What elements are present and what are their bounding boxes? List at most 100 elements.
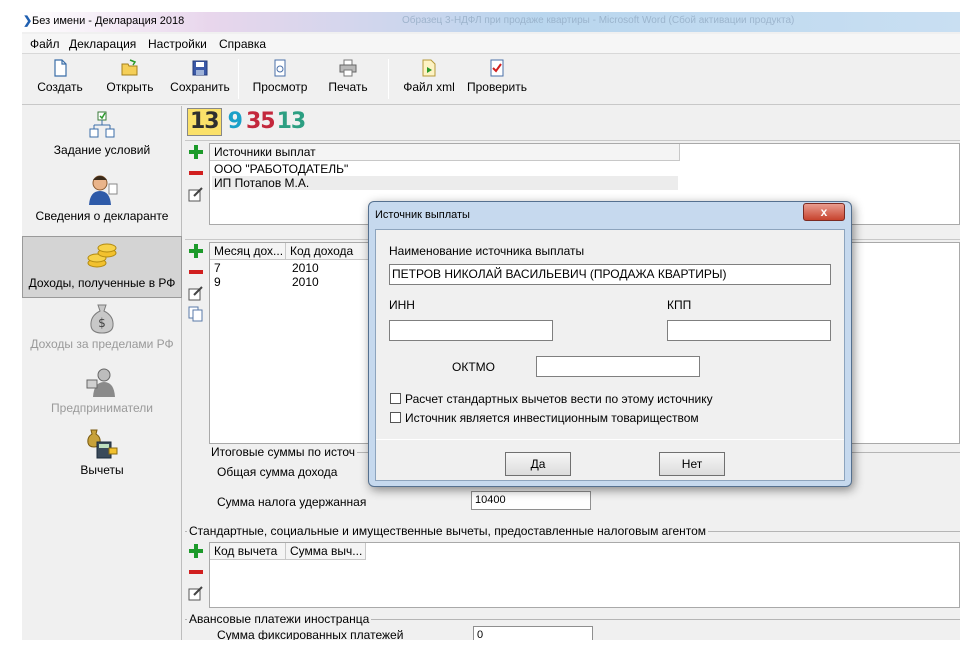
inn-label: ИНН xyxy=(389,298,415,312)
income-header-month[interactable]: Месяц дох... xyxy=(210,243,286,260)
toolbar-separator xyxy=(238,59,239,99)
investment-partnership-checkbox[interactable]: Источник является инвестиционным товарищ… xyxy=(390,411,699,425)
conditions-tree-icon xyxy=(89,111,115,138)
income-row-1-code[interactable]: 2010 xyxy=(292,261,319,275)
income-row-2-code[interactable]: 2010 xyxy=(292,275,319,289)
check-label: Проверить xyxy=(466,80,527,94)
income-row-2-month[interactable]: 9 xyxy=(214,275,221,289)
advance-payments-title: Авансовые платежи иностранца xyxy=(187,612,372,626)
standard-deductions-label: Расчет стандартных вычетов вести по этом… xyxy=(405,392,713,406)
save-floppy-icon xyxy=(192,60,208,76)
sources-header-name[interactable]: Источники выплат xyxy=(210,144,680,161)
no-button[interactable]: Нет xyxy=(659,452,725,476)
window-title: Без имени - Декларация 2018 xyxy=(32,15,185,27)
checkbox-box[interactable] xyxy=(390,393,401,404)
menu-help[interactable]: Справка xyxy=(219,37,266,51)
income-row-1-month[interactable]: 7 xyxy=(214,261,221,275)
nav-item-entrepreneurs[interactable]: Предприниматели xyxy=(22,366,182,424)
dialog-title: Источник выплаты xyxy=(375,209,470,221)
deductions-grid-header: Код вычета Сумма выч... xyxy=(210,543,366,560)
xml-file-icon xyxy=(422,59,436,77)
menu-settings[interactable]: Настройки xyxy=(148,37,207,51)
rate-tab-13-nonresident[interactable]: 13 xyxy=(277,109,307,134)
source-row-1[interactable]: ООО "РАБОТОДАТЕЛЬ" xyxy=(214,162,348,176)
standard-deductions-checkbox[interactable]: Расчет стандартных вычетов вести по этом… xyxy=(390,392,713,406)
oktmo-label: ОКТМО xyxy=(452,360,495,374)
deductions-icon xyxy=(87,429,118,459)
source-name-label: Наименование источника выплаты xyxy=(389,244,585,258)
check-button[interactable]: Проверить xyxy=(464,57,530,103)
new-document-icon xyxy=(54,59,67,77)
investment-partnership-label: Источник является инвестиционным товарищ… xyxy=(405,411,699,425)
payment-source-dialog: Источник выплаты x Наименование источник… xyxy=(368,201,852,487)
nav-item-income-abroad[interactable]: $ Доходы за пределами РФ xyxy=(22,302,182,360)
save-button[interactable]: Сохранить xyxy=(167,57,233,103)
dialog-close-button[interactable]: x xyxy=(803,203,845,221)
deductions-tools xyxy=(185,540,207,606)
checkbox-box[interactable] xyxy=(390,412,401,423)
remove-deduction-icon[interactable] xyxy=(188,564,204,580)
tax-withheld-label: Сумма налога удержанная xyxy=(217,495,367,509)
dialog-body: Наименование источника выплаты ПЕТРОВ НИ… xyxy=(375,229,845,481)
print-button[interactable]: Печать xyxy=(320,57,376,103)
xml-file-button[interactable]: Файл xml xyxy=(400,57,458,103)
deductions-header-sum[interactable]: Сумма выч... xyxy=(286,543,366,560)
rate-tab-9[interactable]: 9 xyxy=(228,109,243,134)
add-income-icon[interactable] xyxy=(188,243,204,259)
create-label: Создать xyxy=(37,80,83,94)
tax-rate-tabs: 13 9 3513 xyxy=(187,108,307,136)
deductions-header-code[interactable]: Код вычета xyxy=(210,543,286,560)
edit-deduction-icon[interactable] xyxy=(188,585,204,601)
nav-item-income-rf[interactable]: Доходы, полученные в РФ xyxy=(22,236,182,298)
app-icon: ❯ xyxy=(23,15,33,27)
toolbar: Создать Открыть Сохранить Просмотр Печат… xyxy=(22,55,960,105)
add-source-icon[interactable] xyxy=(188,144,204,160)
person-icon xyxy=(89,175,118,205)
open-button[interactable]: Открыть xyxy=(100,57,160,103)
nav-item-declarant[interactable]: Сведения о декларанте xyxy=(22,172,182,230)
printer-icon xyxy=(339,59,357,77)
deductions-group: Стандартные, социальные и имущественные … xyxy=(185,524,960,611)
tax-withheld-field[interactable]: 10400 xyxy=(471,491,591,510)
nav-item-conditions[interactable]: Задание условий xyxy=(22,110,182,170)
rate-tab-35[interactable]: 35 xyxy=(246,109,276,134)
nav-item-deductions[interactable]: Вычеты xyxy=(22,428,182,486)
add-deduction-icon[interactable] xyxy=(188,543,204,559)
create-button[interactable]: Создать xyxy=(30,57,90,103)
nav-label-income-abroad: Доходы за пределами РФ xyxy=(30,337,174,351)
title-bar: ❯ Без имени - Декларация 2018 Образец 3-… xyxy=(22,12,960,32)
close-icon: x xyxy=(820,205,828,219)
deductions-grid: Код вычета Сумма выч... xyxy=(209,542,960,608)
kpp-field[interactable] xyxy=(667,320,831,341)
deductions-title: Стандартные, социальные и имущественные … xyxy=(187,524,709,538)
fixed-payments-field[interactable]: 0 xyxy=(473,626,593,640)
sources-grid-header: Источники выплат xyxy=(210,144,680,161)
edit-income-icon[interactable] xyxy=(188,285,204,301)
kpp-label: КПП xyxy=(667,298,692,312)
open-label: Открыть xyxy=(106,80,154,94)
remove-income-icon[interactable] xyxy=(188,264,204,280)
nav-label-deductions: Вычеты xyxy=(80,463,124,477)
preview-icon xyxy=(274,59,286,77)
copy-income-icon[interactable] xyxy=(188,306,204,322)
sources-tools xyxy=(185,141,207,207)
advance-payments-group: Авансовые платежи иностранца Сумма фикси… xyxy=(185,612,960,640)
xml-file-label: Файл xml xyxy=(403,80,455,94)
menu-file[interactable]: Файл xyxy=(30,37,60,51)
check-document-icon xyxy=(490,59,504,77)
inn-field[interactable] xyxy=(389,320,553,341)
oktmo-field[interactable] xyxy=(536,356,700,377)
rate-tab-13[interactable]: 13 xyxy=(187,108,222,136)
preview-label: Просмотр xyxy=(252,80,308,94)
coins-icon xyxy=(87,243,117,268)
edit-source-icon[interactable] xyxy=(188,186,204,202)
nav-label-entrepreneurs: Предприниматели xyxy=(51,401,153,415)
businessman-icon xyxy=(86,368,115,397)
preview-button[interactable]: Просмотр xyxy=(248,57,312,103)
remove-source-icon[interactable] xyxy=(188,165,204,181)
totals-title: Итоговые суммы по источ xyxy=(209,445,358,459)
source-row-2[interactable]: ИП Потапов М.А. xyxy=(212,176,678,190)
source-name-field[interactable]: ПЕТРОВ НИКОЛАЙ ВАСИЛЬЕВИЧ (ПРОДАЖА КВАРТ… xyxy=(389,264,831,285)
menu-declaration[interactable]: Декларация xyxy=(69,37,136,51)
yes-button[interactable]: Да xyxy=(505,452,571,476)
